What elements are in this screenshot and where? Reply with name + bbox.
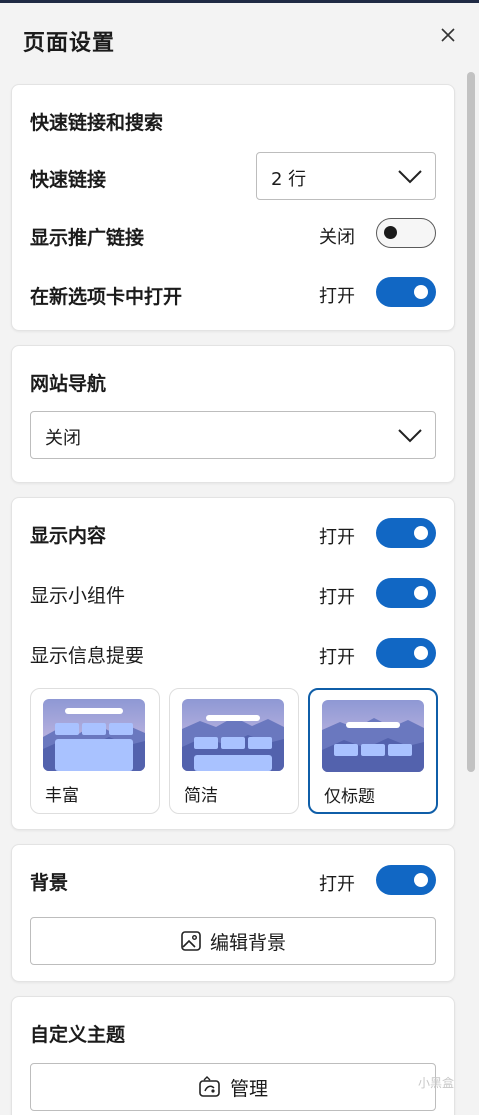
feed-label: 显示信息提要 [30, 645, 145, 667]
content-heading: 显示内容 [30, 525, 107, 547]
manage-theme-label: 管理 [229, 1077, 268, 1100]
feed-toggle[interactable] [376, 638, 436, 668]
quick-links-label: 快速链接 [30, 169, 107, 191]
watermark-text: 小黑盒 [418, 1076, 455, 1090]
background-state: 打开 [319, 874, 355, 895]
layout-option-rich[interactable]: 丰富 [30, 688, 160, 814]
sponsored-links-label: 显示推广链接 [30, 227, 145, 249]
theme-card: 自定义主题 管理 [11, 996, 455, 1115]
scrollbar-thumb[interactable] [467, 72, 475, 772]
background-card: 背景 打开 编辑背景 [11, 844, 455, 982]
site-nav-card: 网站导航 关闭 [11, 345, 455, 483]
layout-option-headings-only[interactable]: 仅标题 [308, 688, 438, 814]
layout-concise-thumbnail [182, 699, 284, 771]
layout-rich-thumbnail [43, 699, 145, 771]
background-toggle[interactable] [376, 865, 436, 895]
open-new-tab-label: 在新选项卡中打开 [30, 286, 183, 308]
quick-links-dropdown[interactable]: 2 行 [256, 152, 436, 200]
site-nav-dropdown[interactable]: 关闭 [30, 411, 436, 459]
widgets-toggle[interactable] [376, 578, 436, 608]
content-state: 打开 [319, 527, 355, 548]
chevron-down-icon [398, 170, 422, 184]
close-button[interactable] [436, 23, 460, 47]
open-new-tab-toggle[interactable] [376, 277, 436, 307]
layout-concise-label: 简洁 [184, 786, 218, 806]
close-icon [441, 28, 455, 42]
content-card: 显示内容 打开 显示小组件 打开 显示信息提要 打开 丰富 简洁 仅标题 [11, 497, 455, 830]
theme-heading: 自定义主题 [30, 1024, 126, 1046]
feed-state: 打开 [319, 647, 355, 668]
quick-links-heading: 快速链接和搜索 [30, 112, 164, 134]
site-nav-heading: 网站导航 [30, 373, 107, 395]
page-title: 页面设置 [23, 31, 116, 56]
layout-option-concise[interactable]: 简洁 [169, 688, 299, 814]
quick-links-card: 快速链接和搜索 快速链接 2 行 显示推广链接 关闭 在新选项卡中打开 打开 [11, 84, 455, 331]
layout-headings-label: 仅标题 [324, 787, 375, 807]
quick-links-dropdown-value: 2 行 [271, 169, 307, 190]
layout-headings-thumbnail [322, 700, 424, 772]
manage-theme-button[interactable]: 管理 [30, 1063, 436, 1111]
widgets-label: 显示小组件 [30, 585, 126, 607]
image-icon [181, 931, 201, 951]
chevron-down-icon [398, 429, 422, 443]
sponsored-links-toggle[interactable] [376, 218, 436, 248]
layout-rich-label: 丰富 [45, 786, 79, 806]
open-new-tab-state: 打开 [319, 286, 355, 307]
site-nav-dropdown-value: 关闭 [45, 428, 81, 449]
panel-header: 页面设置 [0, 3, 479, 73]
palette-icon [199, 1076, 220, 1097]
edit-background-button[interactable]: 编辑背景 [30, 917, 436, 965]
edit-background-label: 编辑背景 [209, 931, 286, 954]
widgets-state: 打开 [319, 587, 355, 608]
content-toggle[interactable] [376, 518, 436, 548]
sponsored-links-state: 关闭 [319, 227, 355, 248]
background-heading: 背景 [30, 872, 69, 894]
